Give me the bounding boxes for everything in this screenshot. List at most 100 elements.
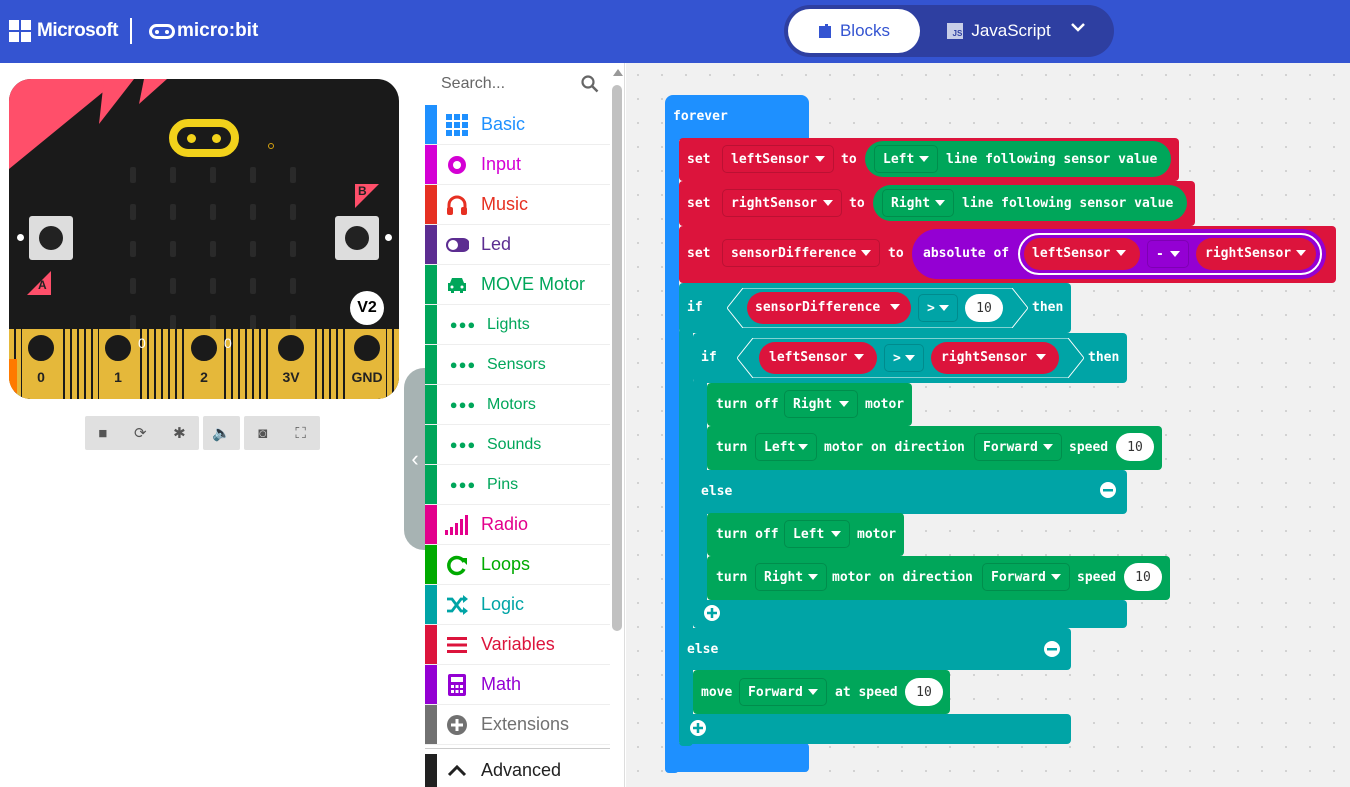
category-label: Radio: [481, 514, 529, 534]
category-math[interactable]: Math: [425, 665, 610, 705]
motor-label: motor: [865, 397, 905, 412]
direction-dropdown-forward[interactable]: Forward: [739, 678, 827, 706]
button-a[interactable]: [29, 216, 73, 260]
tab-blocks[interactable]: Blocks: [788, 9, 920, 53]
toolbox-scrollbar[interactable]: [612, 85, 622, 631]
category-extensions[interactable]: Extensions: [425, 705, 610, 745]
motor-label: motor: [857, 527, 897, 542]
pin-gnd[interactable]: [350, 331, 384, 365]
side-dropdown-right[interactable]: Right: [882, 189, 954, 217]
remove-else-button[interactable]: [1042, 639, 1062, 659]
direction-dropdown-forward[interactable]: Forward: [974, 433, 1062, 461]
tab-blocks-label: Blocks: [839, 21, 891, 40]
variable-dropdown-left-sensor[interactable]: leftSensor: [722, 145, 834, 173]
if-block-inner-end: [693, 600, 1127, 628]
motor-dropdown-left[interactable]: Left: [784, 520, 850, 548]
pin-1[interactable]: [101, 331, 135, 365]
sim-controls-sound: 🔈: [203, 416, 240, 450]
restart-icon[interactable]: ⟳: [134, 424, 147, 442]
right-sensor-label: rightSensor: [941, 350, 1028, 365]
microsoft-brand[interactable]: Microsoft: [37, 20, 119, 42]
category-label: Logic: [481, 594, 525, 614]
touch-logo-icon[interactable]: [169, 119, 239, 157]
tab-javascript[interactable]: JS JavaScript: [934, 9, 1064, 53]
board-corner-decoration: [9, 79, 167, 169]
remove-else-button[interactable]: [1098, 480, 1118, 500]
at-speed-label: at speed: [835, 685, 898, 700]
number-input[interactable]: 10: [1124, 563, 1162, 591]
chevron-left-icon: ‹: [411, 446, 419, 471]
subcategory-motors[interactable]: ●●● Motors: [425, 385, 610, 425]
toolbox-search-input[interactable]: Search...: [425, 63, 611, 105]
number-input[interactable]: 10: [1116, 433, 1154, 461]
category-radio[interactable]: Radio: [425, 505, 610, 545]
collapse-simulator-button[interactable]: ‹: [404, 368, 426, 550]
turn-off-label: turn off: [716, 527, 779, 542]
list-icon: [445, 633, 469, 657]
then-label: then: [1032, 300, 1064, 315]
stop-icon[interactable]: ■: [98, 425, 107, 442]
category-led[interactable]: Led: [425, 225, 610, 265]
scroll-up-icon[interactable]: [613, 69, 623, 76]
button-b[interactable]: [335, 216, 379, 260]
subcategory-pins[interactable]: ●●● Pins: [425, 465, 610, 505]
sim-controls-main: ■ ⟳ ✱: [85, 416, 199, 450]
pin-0[interactable]: [24, 331, 58, 365]
add-else-if-button[interactable]: [688, 718, 708, 738]
pin-2[interactable]: [187, 331, 221, 365]
if-block-outer-end: [679, 714, 1071, 744]
category-label: Extensions: [481, 714, 570, 734]
side-dropdown-left[interactable]: Left: [874, 145, 938, 173]
fullscreen-icon[interactable]: ⛶: [295, 425, 306, 442]
chevron-down-icon[interactable]: [1070, 19, 1086, 37]
brand-divider: [130, 18, 132, 44]
category-move-motor[interactable]: MOVE Motor: [425, 265, 610, 305]
set-label: set: [687, 196, 711, 211]
number-input[interactable]: 10: [905, 678, 943, 706]
category-label: Loops: [481, 554, 531, 574]
variable-dropdown-right-sensor[interactable]: rightSensor: [722, 189, 842, 217]
category-label: Math: [481, 674, 522, 694]
top-bar: Microsoft micro:bit Blocks JS JavaScript: [0, 0, 1350, 63]
direction-dropdown-forward[interactable]: Forward: [982, 563, 1070, 591]
operator-dropdown-greater[interactable]: >: [884, 344, 924, 372]
to-label: to: [849, 196, 865, 211]
category-advanced[interactable]: Advanced: [425, 754, 610, 787]
operator-dropdown-greater[interactable]: >: [918, 294, 958, 322]
forever-label: forever: [673, 109, 728, 124]
category-basic[interactable]: Basic: [425, 105, 610, 145]
operator-dropdown-minus[interactable]: -: [1147, 240, 1189, 268]
motor-dropdown-left[interactable]: Left: [755, 433, 817, 461]
blocks-workspace[interactable]: forever set leftSensor to Left line foll…: [626, 63, 1350, 787]
screenshot-icon[interactable]: ◙: [258, 425, 267, 442]
number-input[interactable]: 10: [965, 294, 1003, 322]
toolbox: Search... Basic Input Music Led MOVE Mot…: [425, 63, 625, 787]
search-icon[interactable]: [581, 75, 599, 93]
category-music[interactable]: Music: [425, 185, 610, 225]
motor-dropdown-right[interactable]: Right: [784, 390, 858, 418]
add-else-if-button[interactable]: [702, 603, 722, 623]
microbit-board: A B V2 0 1 2 3V GND 0 0: [9, 79, 399, 399]
javascript-icon: JS: [947, 23, 964, 39]
pin-3v[interactable]: [274, 331, 308, 365]
category-label: Pins: [487, 475, 519, 493]
button-b-label: B: [358, 184, 367, 198]
sound-icon[interactable]: 🔈: [212, 424, 231, 442]
subcategory-sensors[interactable]: ●●● Sensors: [425, 345, 610, 385]
motor-dropdown-right[interactable]: Right: [755, 563, 827, 591]
category-logic[interactable]: Logic: [425, 585, 610, 625]
subcategory-sounds[interactable]: ●●● Sounds: [425, 425, 610, 465]
else-label: else: [687, 642, 719, 657]
variable-dropdown-sensor-difference[interactable]: sensorDifference: [722, 239, 880, 267]
category-variables[interactable]: Variables: [425, 625, 610, 665]
line-sensor-label: line following sensor value: [962, 196, 1174, 211]
more-dots-icon: ●●●: [449, 357, 477, 372]
subcategory-lights[interactable]: ●●● Lights: [425, 305, 610, 345]
signal-bars-icon: [445, 513, 469, 537]
turn-label: turn: [716, 570, 748, 585]
to-label: to: [888, 246, 904, 261]
microbit-brand[interactable]: micro:bit: [177, 20, 258, 42]
category-loops[interactable]: Loops: [425, 545, 610, 585]
category-input[interactable]: Input: [425, 145, 610, 185]
debug-icon[interactable]: ✱: [173, 424, 186, 442]
